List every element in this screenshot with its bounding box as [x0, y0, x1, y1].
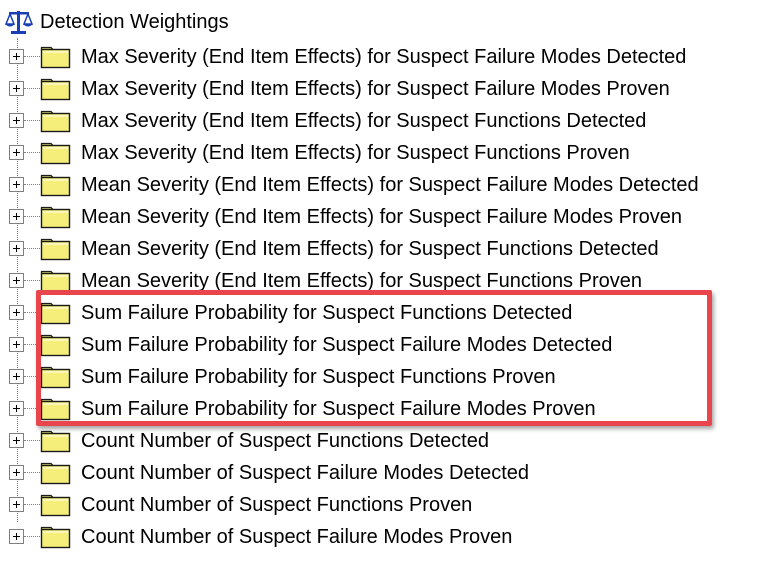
tree-connector: [24, 216, 40, 217]
expand-plus-icon[interactable]: [9, 529, 24, 544]
tree-item[interactable]: Max Severity (End Item Effects) for Susp…: [0, 105, 773, 137]
expand-plus-icon[interactable]: [9, 145, 24, 160]
folder-icon: [40, 46, 71, 69]
folder-icon: [40, 526, 71, 549]
tree-connector: [24, 248, 40, 249]
tree-connector: [24, 472, 40, 473]
tree-item[interactable]: Max Severity (End Item Effects) for Susp…: [0, 73, 773, 105]
tree-item-label: Sum Failure Probability for Suspect Func…: [81, 302, 573, 324]
expand-plus-icon[interactable]: [9, 113, 24, 128]
folder-icon: [40, 78, 71, 101]
expand-plus-icon[interactable]: [9, 241, 24, 256]
folder-icon: [40, 430, 71, 453]
tree-connector: [24, 56, 40, 57]
tree-connector: [24, 312, 40, 313]
folder-icon: [40, 270, 71, 293]
tree-item[interactable]: Sum Failure Probability for Suspect Func…: [0, 297, 773, 329]
tree-item[interactable]: Mean Severity (End Item Effects) for Sus…: [0, 265, 773, 297]
tree-item[interactable]: Count Number of Suspect Failure Modes De…: [0, 457, 773, 489]
tree-item-label: Mean Severity (End Item Effects) for Sus…: [81, 174, 699, 196]
tree-root[interactable]: Detection Weightings: [0, 6, 229, 38]
tree-item[interactable]: Mean Severity (End Item Effects) for Sus…: [0, 169, 773, 201]
folder-icon: [40, 398, 71, 421]
folder-icon: [40, 142, 71, 165]
tree-items: Max Severity (End Item Effects) for Susp…: [0, 41, 773, 553]
tree-connector: [24, 376, 40, 377]
tree-connector: [24, 344, 40, 345]
tree-item[interactable]: Mean Severity (End Item Effects) for Sus…: [0, 233, 773, 265]
tree-connector: [24, 408, 40, 409]
expand-plus-icon[interactable]: [9, 497, 24, 512]
expand-plus-icon[interactable]: [9, 433, 24, 448]
tree-item-label: Count Number of Suspect Failure Modes Pr…: [81, 526, 513, 548]
folder-icon: [40, 238, 71, 261]
tree-item[interactable]: Mean Severity (End Item Effects) for Sus…: [0, 201, 773, 233]
tree-item-label: Sum Failure Probability for Suspect Func…: [81, 366, 556, 388]
tree-connector: [24, 536, 40, 537]
expand-plus-icon[interactable]: [9, 305, 24, 320]
tree-connector: [24, 88, 40, 89]
expand-plus-icon[interactable]: [9, 369, 24, 384]
tree-connector: [24, 280, 40, 281]
tree-item-label: Mean Severity (End Item Effects) for Sus…: [81, 270, 642, 292]
expand-plus-icon[interactable]: [9, 465, 24, 480]
folder-icon: [40, 302, 71, 325]
folder-icon: [40, 110, 71, 133]
expand-plus-icon[interactable]: [9, 401, 24, 416]
tree-item-label: Sum Failure Probability for Suspect Fail…: [81, 334, 613, 356]
tree-item-label: Mean Severity (End Item Effects) for Sus…: [81, 206, 682, 228]
expand-plus-icon[interactable]: [9, 49, 24, 64]
tree-connector: [24, 152, 40, 153]
tree-item[interactable]: Max Severity (End Item Effects) for Susp…: [0, 137, 773, 169]
tree-item-label: Mean Severity (End Item Effects) for Sus…: [81, 238, 659, 260]
folder-icon: [40, 462, 71, 485]
tree-item-label: Max Severity (End Item Effects) for Susp…: [81, 46, 687, 68]
expand-plus-icon[interactable]: [9, 273, 24, 288]
tree-item[interactable]: Count Number of Suspect Failure Modes Pr…: [0, 521, 773, 553]
tree-item[interactable]: Sum Failure Probability for Suspect Fail…: [0, 393, 773, 425]
tree-item[interactable]: Max Severity (End Item Effects) for Susp…: [0, 41, 773, 73]
tree-item-label: Count Number of Suspect Functions Detect…: [81, 430, 489, 452]
tree-item-label: Count Number of Suspect Functions Proven: [81, 494, 473, 516]
tree-connector: [24, 120, 40, 121]
tree-item-label: Max Severity (End Item Effects) for Susp…: [81, 110, 647, 132]
tree-item[interactable]: Sum Failure Probability for Suspect Func…: [0, 361, 773, 393]
expand-plus-icon[interactable]: [9, 337, 24, 352]
tree-item-label: Sum Failure Probability for Suspect Fail…: [81, 398, 596, 420]
tree-item-label: Max Severity (End Item Effects) for Susp…: [81, 142, 630, 164]
folder-icon: [40, 206, 71, 229]
scales-icon: [4, 11, 34, 34]
tree-connector: [24, 504, 40, 505]
folder-icon: [40, 494, 71, 517]
tree-item[interactable]: Sum Failure Probability for Suspect Fail…: [0, 329, 773, 361]
expand-plus-icon[interactable]: [9, 177, 24, 192]
folder-icon: [40, 334, 71, 357]
tree-item[interactable]: Count Number of Suspect Functions Proven: [0, 489, 773, 521]
expand-plus-icon[interactable]: [9, 209, 24, 224]
tree-item-label: Max Severity (End Item Effects) for Susp…: [81, 78, 670, 100]
tree-root-label: Detection Weightings: [40, 10, 229, 33]
folder-icon: [40, 174, 71, 197]
expand-plus-icon[interactable]: [9, 81, 24, 96]
tree-item[interactable]: Count Number of Suspect Functions Detect…: [0, 425, 773, 457]
tree-connector: [24, 184, 40, 185]
folder-icon: [40, 366, 71, 389]
tree-view: Detection Weightings Max Severity (End I…: [0, 0, 773, 564]
tree-item-label: Count Number of Suspect Failure Modes De…: [81, 462, 529, 484]
tree-connector: [24, 440, 40, 441]
